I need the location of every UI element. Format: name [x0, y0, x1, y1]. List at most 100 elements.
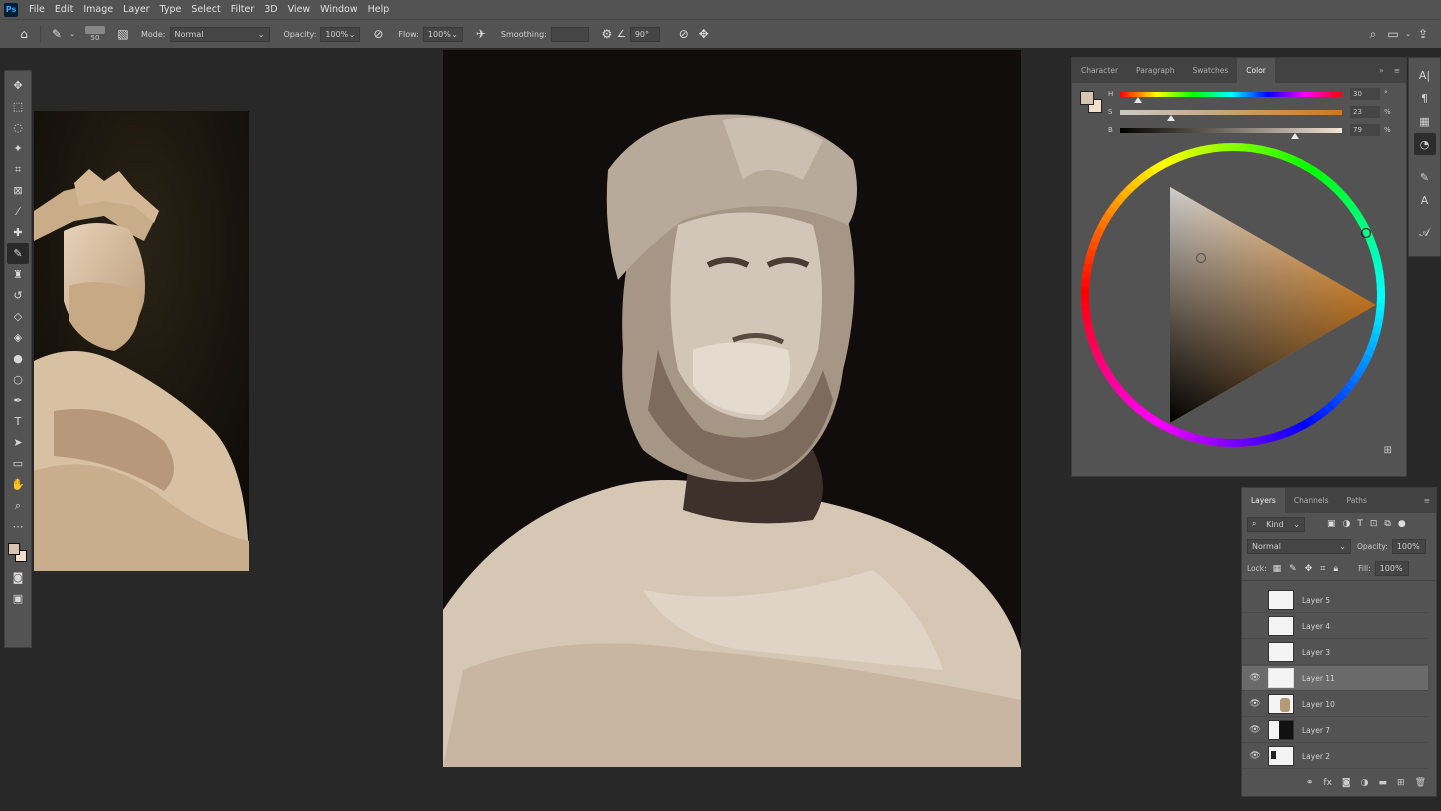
tab-layers[interactable]: Layers — [1242, 488, 1285, 513]
panel-menu-icon[interactable]: ≡ — [1388, 58, 1406, 83]
tab-color[interactable]: Color — [1237, 58, 1275, 83]
brightness-value[interactable]: 79 — [1350, 124, 1380, 136]
type-icon[interactable]: T — [7, 411, 29, 432]
flow-field[interactable]: 100% ⌄ — [422, 26, 463, 42]
character-styles-icon[interactable]: 𝒜 — [1414, 222, 1436, 244]
eye-icon[interactable]: 👁︎ — [1242, 725, 1268, 735]
filter-pixel-icon[interactable]: ▣ — [1327, 519, 1336, 529]
menu-file[interactable]: File — [24, 4, 50, 15]
stamp-icon[interactable]: ♜ — [7, 264, 29, 285]
foreground-color-swatch[interactable] — [8, 543, 20, 555]
painting-canvas[interactable] — [443, 50, 1021, 767]
pressure-opacity-icon[interactable]: ⊘ — [368, 27, 388, 41]
character-panel-icon[interactable]: A| — [1414, 64, 1436, 86]
new-layer-icon[interactable]: ⊞ — [1397, 778, 1405, 788]
search-icon[interactable]: ⌕ — [1363, 27, 1383, 42]
add-swatch-icon[interactable]: ⊞ — [1384, 445, 1392, 456]
tab-swatches[interactable]: Swatches — [1183, 58, 1237, 83]
brush-icon[interactable]: ✎ — [7, 243, 29, 264]
eye-icon[interactable]: 👁︎ — [1242, 699, 1268, 709]
magic-wand-icon[interactable]: ✦ — [7, 138, 29, 159]
new-group-icon[interactable]: ▬ — [1379, 778, 1388, 788]
layer-row[interactable]: 👁︎ Layer 10 — [1242, 692, 1428, 717]
swatches-panel-icon[interactable]: ▦ — [1414, 110, 1436, 132]
filter-shape-icon[interactable]: ⊡ — [1370, 519, 1378, 529]
lock-position-icon[interactable]: ✥ — [1305, 564, 1313, 574]
filter-kind-select[interactable]: ⌕ Kind ⌄ — [1247, 516, 1305, 532]
pressure-size-icon[interactable]: ⊘ — [674, 27, 694, 41]
menu-image[interactable]: Image — [78, 4, 118, 15]
path-select-icon[interactable]: ➤ — [7, 432, 29, 453]
brushes-panel-icon[interactable]: ✎ — [1414, 166, 1436, 188]
brush-size-picker[interactable]: 50 — [81, 22, 109, 46]
rectangle-icon[interactable]: ▭ — [7, 453, 29, 474]
chevron-down-icon[interactable]: ⌄ — [67, 30, 77, 38]
saturation-value[interactable]: 23 — [1350, 106, 1380, 118]
fx-icon[interactable]: fx — [1323, 778, 1332, 788]
hue-slider[interactable] — [1120, 91, 1342, 103]
gear-icon[interactable]: ⚙ — [597, 27, 617, 41]
tab-character[interactable]: Character — [1072, 58, 1127, 83]
opacity-field[interactable]: 100% ⌄ — [320, 26, 361, 42]
layer-row-selected[interactable]: 👁︎ Layer 11 — [1242, 666, 1428, 691]
filter-toggle-icon[interactable]: ● — [1398, 519, 1406, 529]
crop-icon[interactable]: ⌗ — [7, 159, 29, 180]
menu-3d[interactable]: 3D — [259, 4, 282, 15]
airbrush-icon[interactable]: ✈ — [471, 27, 491, 41]
eraser-icon[interactable]: ◇ — [7, 306, 29, 327]
color-panel-icon[interactable]: ◔ — [1413, 133, 1436, 155]
link-layers-icon[interactable]: ⚭ — [1306, 778, 1314, 788]
photoshop-logo[interactable]: Ps — [4, 2, 18, 17]
lock-transparency-icon[interactable]: ▦ — [1273, 564, 1282, 574]
hand-icon[interactable]: ✋ — [7, 474, 29, 495]
eyedropper-icon[interactable]: ⁄ — [7, 201, 29, 222]
marquee-icon[interactable]: ⬚ — [7, 96, 29, 117]
add-mask-icon[interactable]: ◙ — [1342, 778, 1351, 788]
history-brush-icon[interactable]: ↺ — [7, 285, 29, 306]
layer-opacity-field[interactable]: 100% — [1391, 538, 1426, 554]
share-icon[interactable]: ⇪ — [1413, 27, 1433, 41]
brush-preset-icon[interactable]: ✎ — [47, 27, 67, 41]
color-swatches[interactable] — [6, 541, 30, 567]
paint-bucket-icon[interactable]: ◈ — [7, 327, 29, 348]
trash-icon[interactable]: 🗑︎ — [1415, 778, 1426, 788]
layer-row[interactable]: Layer 4 — [1242, 614, 1428, 639]
tab-paths[interactable]: Paths — [1338, 488, 1376, 513]
pen-icon[interactable]: ✒ — [7, 390, 29, 411]
glyphs-panel-icon[interactable]: A — [1414, 189, 1436, 211]
smoothing-field[interactable] — [550, 26, 589, 42]
paragraph-panel-icon[interactable]: ¶ — [1414, 87, 1436, 109]
saturation-slider[interactable] — [1120, 109, 1342, 121]
blur-icon[interactable]: ● — [7, 348, 29, 369]
chevron-down-icon[interactable]: ⌄ — [1403, 30, 1413, 38]
dodge-icon[interactable]: ○ — [7, 369, 29, 390]
menu-filter[interactable]: Filter — [226, 4, 260, 15]
filter-smart-object-icon[interactable]: ⧉ — [1384, 519, 1390, 529]
home-icon[interactable]: ⌂ — [14, 27, 34, 41]
menu-view[interactable]: View — [283, 4, 316, 15]
layer-row[interactable]: Layer 5 — [1242, 588, 1428, 613]
symmetry-icon[interactable]: ✥ — [694, 27, 714, 41]
lock-artboard-icon[interactable]: ⌗ — [1320, 564, 1325, 574]
lasso-icon[interactable]: ◌ — [7, 117, 29, 138]
hue-slider-thumb[interactable] — [1133, 96, 1142, 103]
filter-adjustment-icon[interactable]: ◑ — [1343, 519, 1351, 529]
tab-channels[interactable]: Channels — [1285, 488, 1338, 513]
panel-menu-icon[interactable]: ≡ — [1418, 488, 1436, 513]
menu-window[interactable]: Window — [315, 4, 362, 15]
menu-layer[interactable]: Layer — [118, 4, 155, 15]
color-wheel[interactable] — [1078, 143, 1398, 463]
menu-edit[interactable]: Edit — [50, 4, 78, 15]
brush-settings-icon[interactable]: ▧ — [113, 27, 133, 41]
blend-mode-select[interactable]: Normal ⌄ — [1247, 538, 1351, 554]
eye-icon[interactable]: 👁︎ — [1242, 673, 1268, 683]
color-swatch-preview[interactable] — [1080, 91, 1104, 115]
hue-value[interactable]: 30 — [1350, 88, 1380, 100]
more-icon[interactable]: ⋯ — [7, 516, 29, 537]
menu-help[interactable]: Help — [363, 4, 395, 15]
filter-type-icon[interactable]: T — [1357, 519, 1363, 529]
workspace-icon[interactable]: ▭ — [1383, 27, 1403, 41]
brightness-slider[interactable] — [1120, 127, 1342, 139]
layer-row[interactable]: Layer 3 — [1242, 640, 1428, 665]
foreground-color-chip[interactable] — [1080, 91, 1094, 105]
